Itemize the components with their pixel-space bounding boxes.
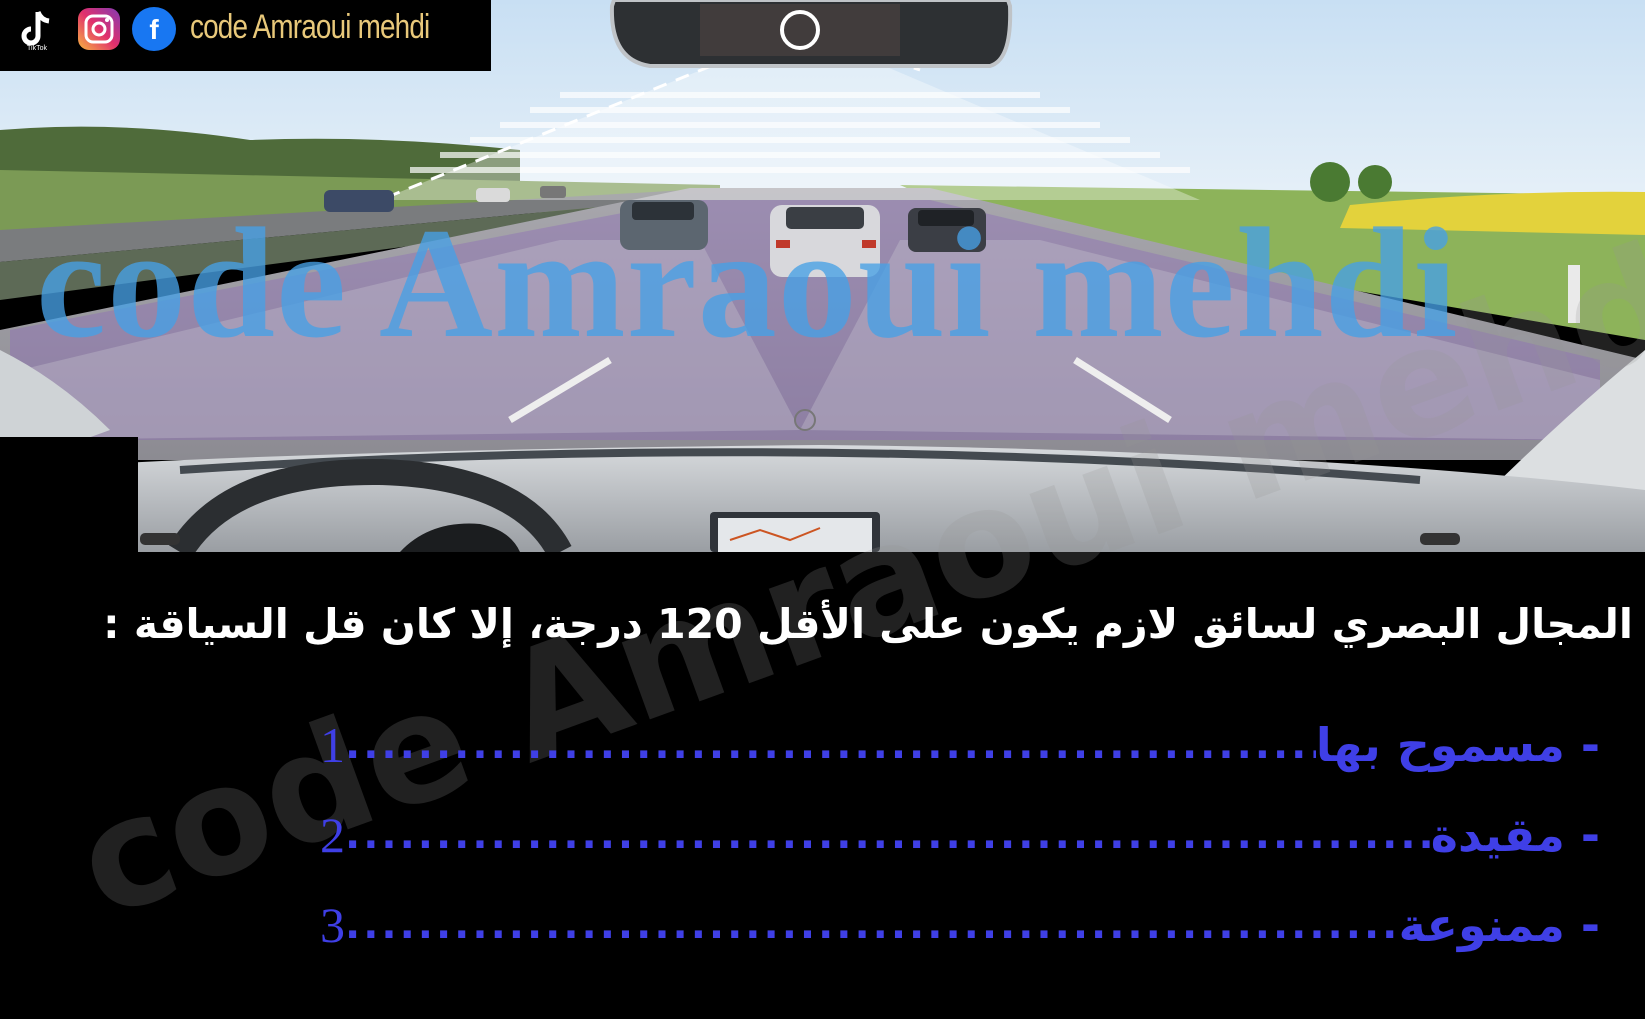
option-label: - مقيدة	[1430, 808, 1600, 862]
option-number: 2	[320, 807, 345, 863]
dotted-leader: ........................................…	[345, 722, 1316, 768]
facebook-glyph: f	[149, 14, 159, 45]
question-text: المجال البصري لسائق لازم يكون على الأقل …	[103, 600, 1633, 648]
option-label: - ممنوعة	[1398, 898, 1600, 952]
dotted-leader: ........................................…	[345, 812, 1431, 858]
option-2[interactable]: - مقيدة ................................…	[320, 800, 1600, 870]
option-1[interactable]: - مسموح بها ............................…	[320, 710, 1600, 780]
facebook-icon[interactable]: f	[131, 6, 177, 52]
tiktok-label: TikTok	[27, 45, 47, 52]
option-number: 1	[320, 717, 345, 773]
dotted-leader: ........................................…	[345, 902, 1399, 948]
social-banner: TikTok f code Amraoui mehdi	[0, 0, 491, 71]
option-label: - مسموح بها	[1315, 718, 1600, 772]
black-overlay-box	[0, 437, 138, 552]
tiktok-icon[interactable]: TikTok	[14, 6, 60, 52]
option-3[interactable]: - ممنوعة ...............................…	[320, 890, 1600, 960]
instagram-icon[interactable]	[76, 6, 122, 52]
option-number: 3	[320, 897, 345, 953]
channel-name: code Amraoui mehdi	[190, 8, 430, 46]
